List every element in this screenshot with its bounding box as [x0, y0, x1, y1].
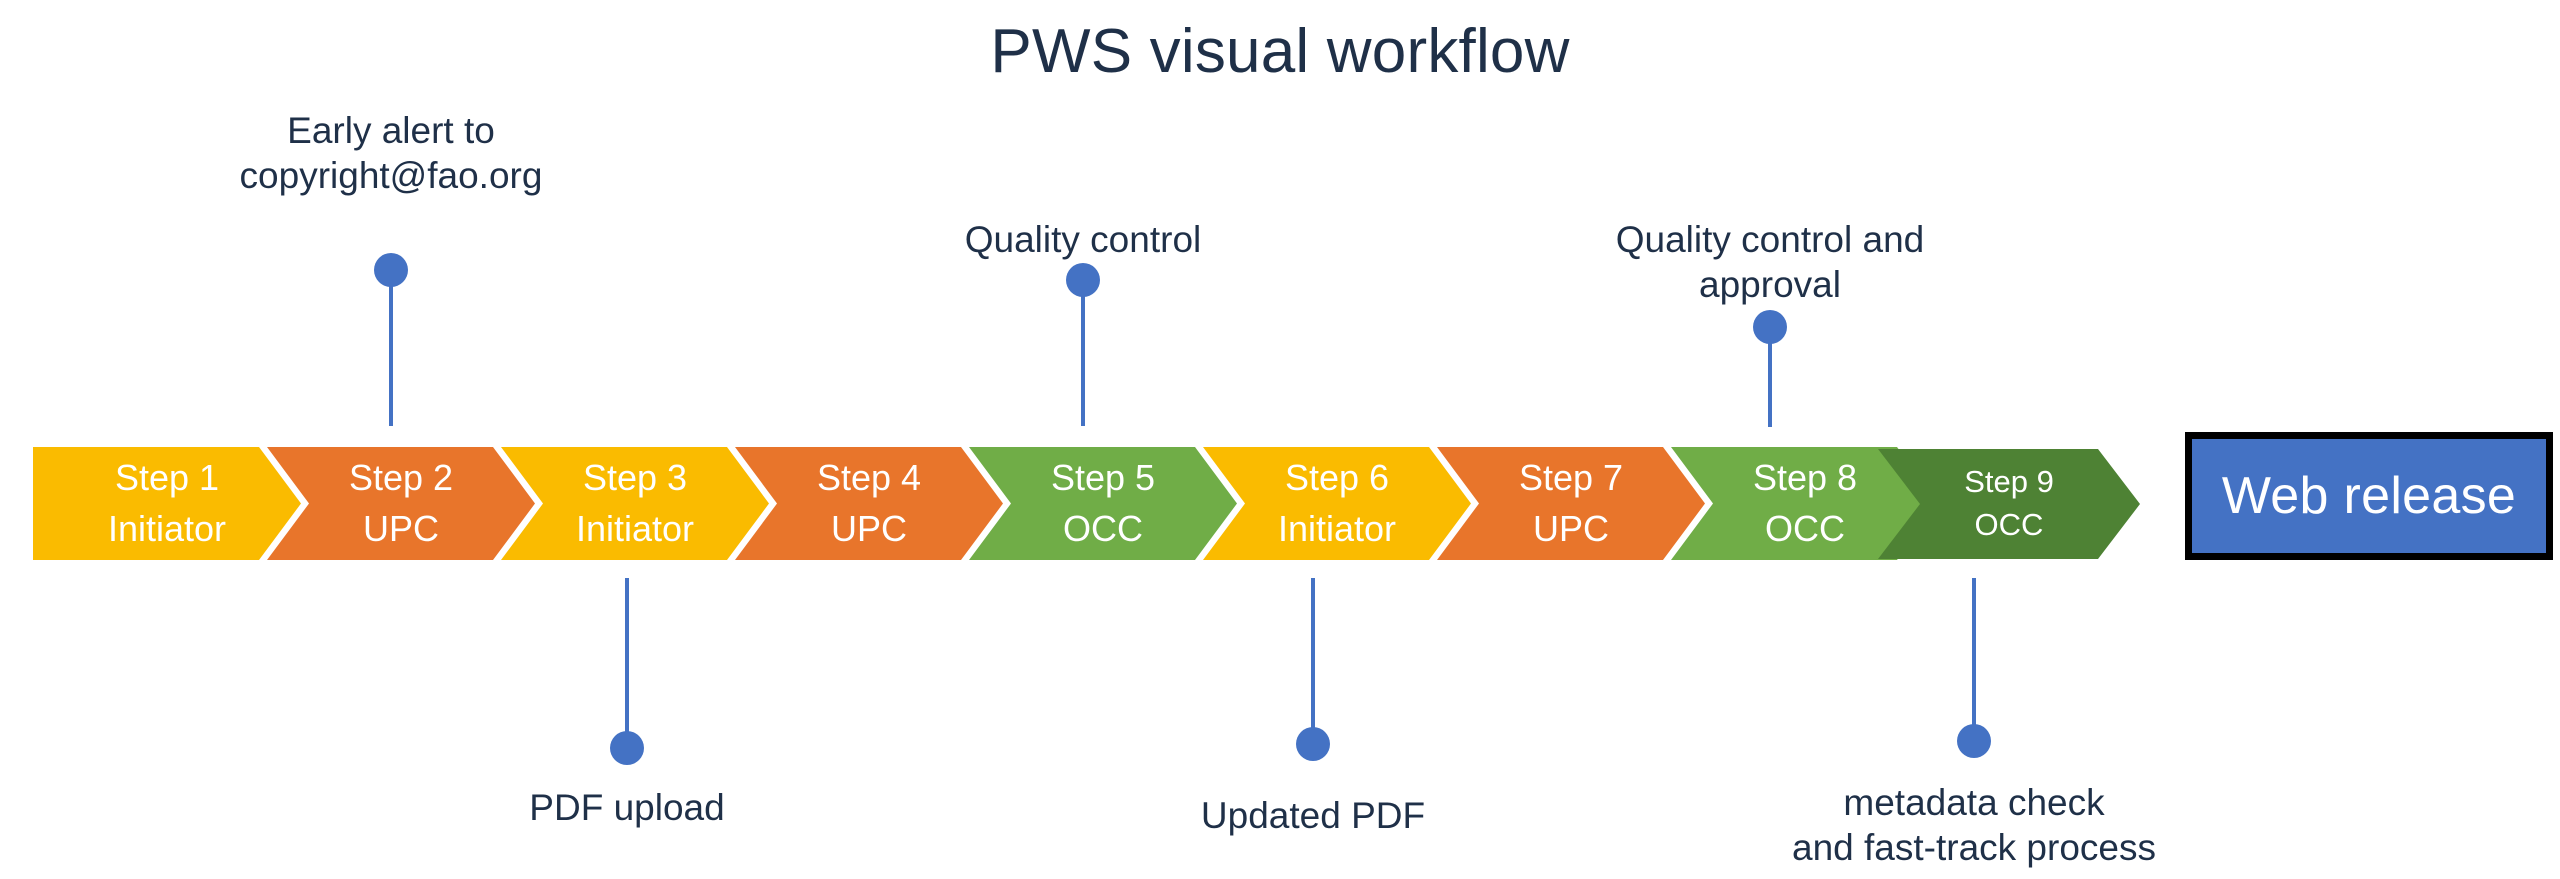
annotation-step-9-label: metadata check and fast-track process: [1792, 782, 2156, 869]
annotation-step-2-label: Early alert to copyright@fao.org: [239, 110, 543, 197]
workflow-step-3[interactable]: Step 3 Initiator: [501, 447, 769, 560]
connector-line: [1972, 578, 1976, 741]
step-actor: OCC: [1974, 507, 2044, 542]
connector-line: [1081, 280, 1085, 426]
step-actor: UPC: [1532, 508, 1609, 549]
step-name: Step 4: [816, 457, 922, 499]
step-actor: UPC: [830, 508, 907, 549]
web-release-label: Web release: [2221, 467, 2517, 525]
connector-dot: [1753, 310, 1787, 344]
connector-dot: [374, 253, 408, 287]
connector-dot: [1066, 263, 1100, 297]
workflow-step-6[interactable]: Step 6 Initiator: [1203, 447, 1471, 560]
workflow-step-4[interactable]: Step 4 UPC: [735, 447, 1003, 560]
connector-dot: [1957, 724, 1991, 758]
annotation-step-6-label: Updated PDF: [1200, 795, 1426, 836]
page-title: PWS visual workflow: [990, 17, 1570, 86]
workflow-step-2[interactable]: Step 2 UPC: [267, 447, 535, 560]
step-name: Step 5: [1050, 457, 1156, 499]
connector-dot: [1296, 727, 1330, 761]
step-name: Step 2: [348, 457, 454, 499]
step-actor: Initiator: [575, 508, 695, 549]
step-name: Step 6: [1284, 457, 1390, 499]
step-actor: Initiator: [107, 508, 227, 549]
step-name: Step 1: [114, 457, 220, 499]
step-actor: OCC: [1063, 508, 1143, 549]
connector-dot: [610, 731, 644, 765]
step-actor: UPC: [362, 508, 439, 549]
step-name: Step 7: [1518, 457, 1624, 499]
workflow-step-7[interactable]: Step 7 UPC: [1437, 447, 1705, 560]
annotation-step-5-label: Quality control: [964, 219, 1202, 260]
connector-line: [625, 578, 629, 748]
step-name: Step 9: [1964, 464, 2054, 500]
workflow-diagram: PWS visual workflow Early alert to copyr…: [0, 0, 2560, 879]
step-name: Step 3: [582, 457, 688, 499]
workflow-step-1[interactable]: Step 1 Initiator: [33, 447, 301, 560]
workflow-step-5[interactable]: Step 5 OCC: [969, 447, 1237, 560]
annotation-step-8-label: Quality control and approval: [1615, 219, 1925, 306]
step-actor: Initiator: [1277, 508, 1397, 549]
step-name: Step 8: [1752, 457, 1858, 499]
step-actor: OCC: [1765, 508, 1845, 549]
workflow-step-band: Step 1 Initiator Step 2 UPC Step 3 Initi…: [0, 447, 2560, 560]
connector-line: [389, 270, 393, 426]
annotation-step-3-label: PDF upload: [529, 787, 725, 828]
connector-line: [1311, 578, 1315, 744]
web-release-box[interactable]: Web release: [2185, 432, 2553, 560]
